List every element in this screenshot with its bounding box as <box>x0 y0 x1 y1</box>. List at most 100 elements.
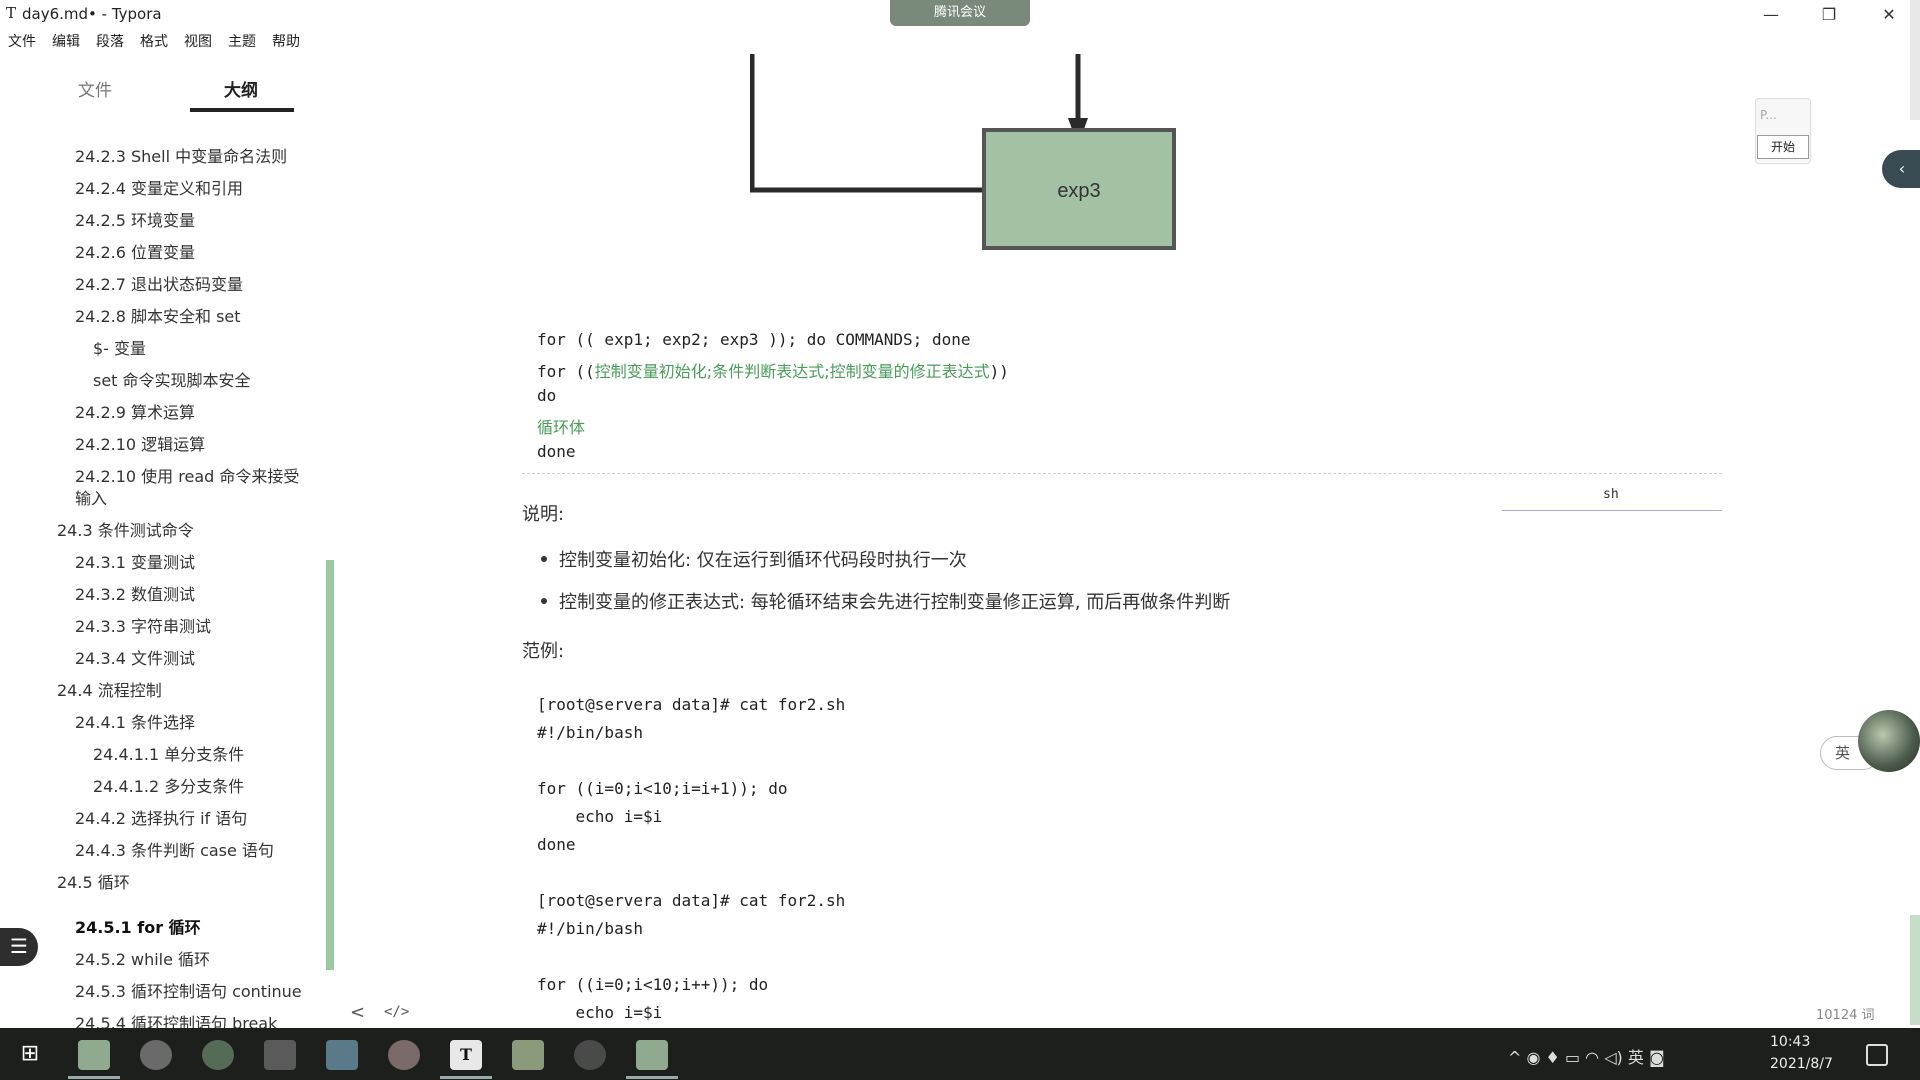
tab-outline[interactable]: 大纲 <box>224 76 258 101</box>
outline-item[interactable]: 24.5.2 while 循环 <box>75 946 210 970</box>
code-language-input[interactable]: sh <box>1603 487 1619 502</box>
system-tray-icons[interactable]: ^ ◉ ♦ ▭ ◠ ◁) 英 ◙ <box>1508 1044 1664 1068</box>
windows-start-icon[interactable]: ⊞ <box>16 1040 44 1068</box>
code-token: )) <box>989 362 1009 381</box>
minimize-button[interactable]: — <box>1746 2 1796 28</box>
code-line-syntax: for (( exp1; exp2; exp3 )); do COMMANDS;… <box>537 330 971 349</box>
outline-item[interactable]: 24.4.1 条件选择 <box>75 709 195 733</box>
taskbar-active-indicator <box>440 1076 492 1079</box>
code-line-do: do <box>537 386 557 405</box>
outline-sidebar: 文件 大纲 24.2.3 Shell 中变量命名法则 24.2.4 变量定义和引用… <box>0 60 330 1028</box>
clock-date[interactable]: 2021/8/7 <box>1770 1056 1833 1072</box>
outline-item[interactable]: 24.5.3 循环控制语句 continue <box>75 978 302 1002</box>
taskbar-cloud-icon[interactable] <box>326 1040 358 1070</box>
code-lang-underline <box>1502 510 1722 511</box>
outline-item[interactable]: 输入 <box>75 485 107 509</box>
taskbar-active-indicator <box>68 1076 120 1079</box>
taskbar-folder-icon[interactable] <box>512 1040 544 1070</box>
code-line: for ((i=0;i<10;i++)); do <box>537 975 769 994</box>
outline-item[interactable]: 24.5.4 循环控制语句 break <box>75 1010 277 1028</box>
taskbar-typora-icon[interactable]: T <box>450 1040 482 1070</box>
start-button[interactable]: 开始 <box>1757 135 1809 159</box>
menu-edit[interactable]: 编辑 <box>44 32 88 56</box>
code-line: done <box>537 835 576 854</box>
code-line-done: done <box>537 442 576 461</box>
code-line: echo i=$i <box>537 807 663 826</box>
outline-item[interactable]: 24.4.1.2 多分支条件 <box>93 773 244 797</box>
taskbar-snail-icon[interactable] <box>574 1040 606 1070</box>
code-line-syntax-cn: for ((控制变量初始化;条件判断表达式;控制变量的修正表达式)) <box>537 358 1009 382</box>
outline-item[interactable]: 24.3.3 字符串测试 <box>75 613 211 637</box>
taskbar-vm-icon[interactable] <box>264 1040 296 1070</box>
outline-item[interactable]: 24.2.3 Shell 中变量命名法则 <box>75 143 287 167</box>
outline-item[interactable]: 24.4.2 选择执行 if 语句 <box>75 805 247 829</box>
typora-app-icon: T <box>6 4 17 22</box>
outline-item[interactable]: 24.2.7 退出状态码变量 <box>75 271 243 295</box>
clock-time[interactable]: 10:43 <box>1770 1034 1810 1050</box>
collapse-chevron-icon[interactable]: ‹ <box>1882 150 1920 188</box>
outline-item[interactable]: 24.2.8 脚本安全和 set <box>75 303 241 327</box>
explain-heading: 说明: <box>522 504 565 525</box>
taskbar-app-image-icon[interactable] <box>78 1040 110 1070</box>
menu-help[interactable]: 帮助 <box>264 32 308 56</box>
menu-bar: 文件 编辑 段落 格式 视图 主题 帮助 <box>0 32 308 56</box>
sidebar-scrollbar[interactable] <box>326 560 334 970</box>
outline-toggle-icon[interactable]: ☰ <box>0 928 38 966</box>
notification-icon[interactable] <box>1866 1044 1888 1066</box>
outline-item[interactable]: 24.2.6 位置变量 <box>75 239 195 263</box>
outline-item[interactable]: 24.3.1 变量测试 <box>75 549 195 573</box>
code-line-body: 循环体 <box>537 418 586 437</box>
tab-active-indicator <box>190 108 294 112</box>
exp3-label: exp3 <box>1057 180 1100 202</box>
outline-item[interactable]: 24.5 循环 <box>57 869 130 893</box>
explain-bullet-1: 控制变量初始化: 仅在运行到循环代码段时执行一次 <box>559 550 967 571</box>
outline-item[interactable]: 24.3.4 文件测试 <box>75 645 195 669</box>
menu-view[interactable]: 视图 <box>176 32 220 56</box>
tencent-meeting-badge[interactable]: 腾讯会议 <box>890 0 1030 26</box>
outline-item[interactable]: set 命令实现脚本安全 <box>93 367 251 391</box>
ime-avatar[interactable] <box>1858 710 1920 772</box>
bullet-icon <box>541 598 547 604</box>
outline-item[interactable]: 24.2.4 变量定义和引用 <box>75 175 243 199</box>
menu-file[interactable]: 文件 <box>0 32 44 56</box>
word-count[interactable]: 10124 词 <box>1816 1004 1875 1023</box>
taskbar-music-icon[interactable] <box>388 1040 420 1070</box>
outline-item[interactable]: 24.2.10 逻辑运算 <box>75 431 205 455</box>
editor-scrollbar-top[interactable] <box>1910 0 1920 120</box>
editor-scrollbar-thumb[interactable] <box>1910 915 1920 1025</box>
status-bar <box>340 998 1900 1028</box>
outline-item[interactable]: 24.4.3 条件判断 case 语句 <box>75 837 274 861</box>
tab-files[interactable]: 文件 <box>78 76 112 101</box>
taskbar-app-image-icon-2[interactable] <box>636 1040 668 1070</box>
source-code-mode-button[interactable]: </> <box>384 1004 409 1020</box>
outline-item[interactable]: 24.3 条件测试命令 <box>57 517 194 541</box>
outline-item[interactable]: 24.2.9 算术运算 <box>75 399 195 423</box>
menu-format[interactable]: 格式 <box>132 32 176 56</box>
back-arrow-icon[interactable]: < <box>350 1002 365 1023</box>
explain-bullet-2: 控制变量的修正表达式: 每轮循环结束会先进行控制变量修正运算, 而后再做条件判断 <box>559 592 1231 613</box>
close-button[interactable]: ✕ <box>1864 2 1914 28</box>
outline-item[interactable]: 24.4.1.1 单分支条件 <box>93 741 244 765</box>
outline-item[interactable]: 24.5.1 for 循环 <box>75 914 201 938</box>
taskbar-browser-icon[interactable] <box>140 1040 172 1070</box>
taskbar-wechat-icon[interactable] <box>202 1040 234 1070</box>
floating-widget-label: P... <box>1760 108 1777 122</box>
code-comment-green: 控制变量初始化;条件判断表达式;控制变量的修正表达式 <box>594 362 990 381</box>
menu-paragraph[interactable]: 段落 <box>88 32 132 56</box>
outline-item[interactable]: 24.2.10 使用 read 命令来接受 <box>75 463 299 487</box>
taskbar-active-indicator <box>626 1076 678 1079</box>
menu-theme[interactable]: 主题 <box>220 32 264 56</box>
maximize-button[interactable]: ❐ <box>1804 2 1854 28</box>
code-line: #!/bin/bash <box>537 919 643 938</box>
outline-item[interactable]: 24.4 流程控制 <box>57 677 162 701</box>
window-title: day6.md• - Typora <box>22 5 162 23</box>
flowchart-diagram: exp3 <box>750 54 1176 250</box>
code-block-divider <box>522 473 1722 474</box>
outline-item[interactable]: 24.3.2 数值测试 <box>75 581 195 605</box>
outline-item[interactable]: 24.2.5 环境变量 <box>75 207 195 231</box>
outline-item[interactable]: $- 变量 <box>93 335 146 359</box>
code-line: for ((i=0;i<10;i=i+1)); do <box>537 779 788 798</box>
example-heading: 范例: <box>522 641 565 662</box>
flow-line-left <box>750 54 982 193</box>
code-line: [root@servera data]# cat for2.sh <box>537 695 846 714</box>
